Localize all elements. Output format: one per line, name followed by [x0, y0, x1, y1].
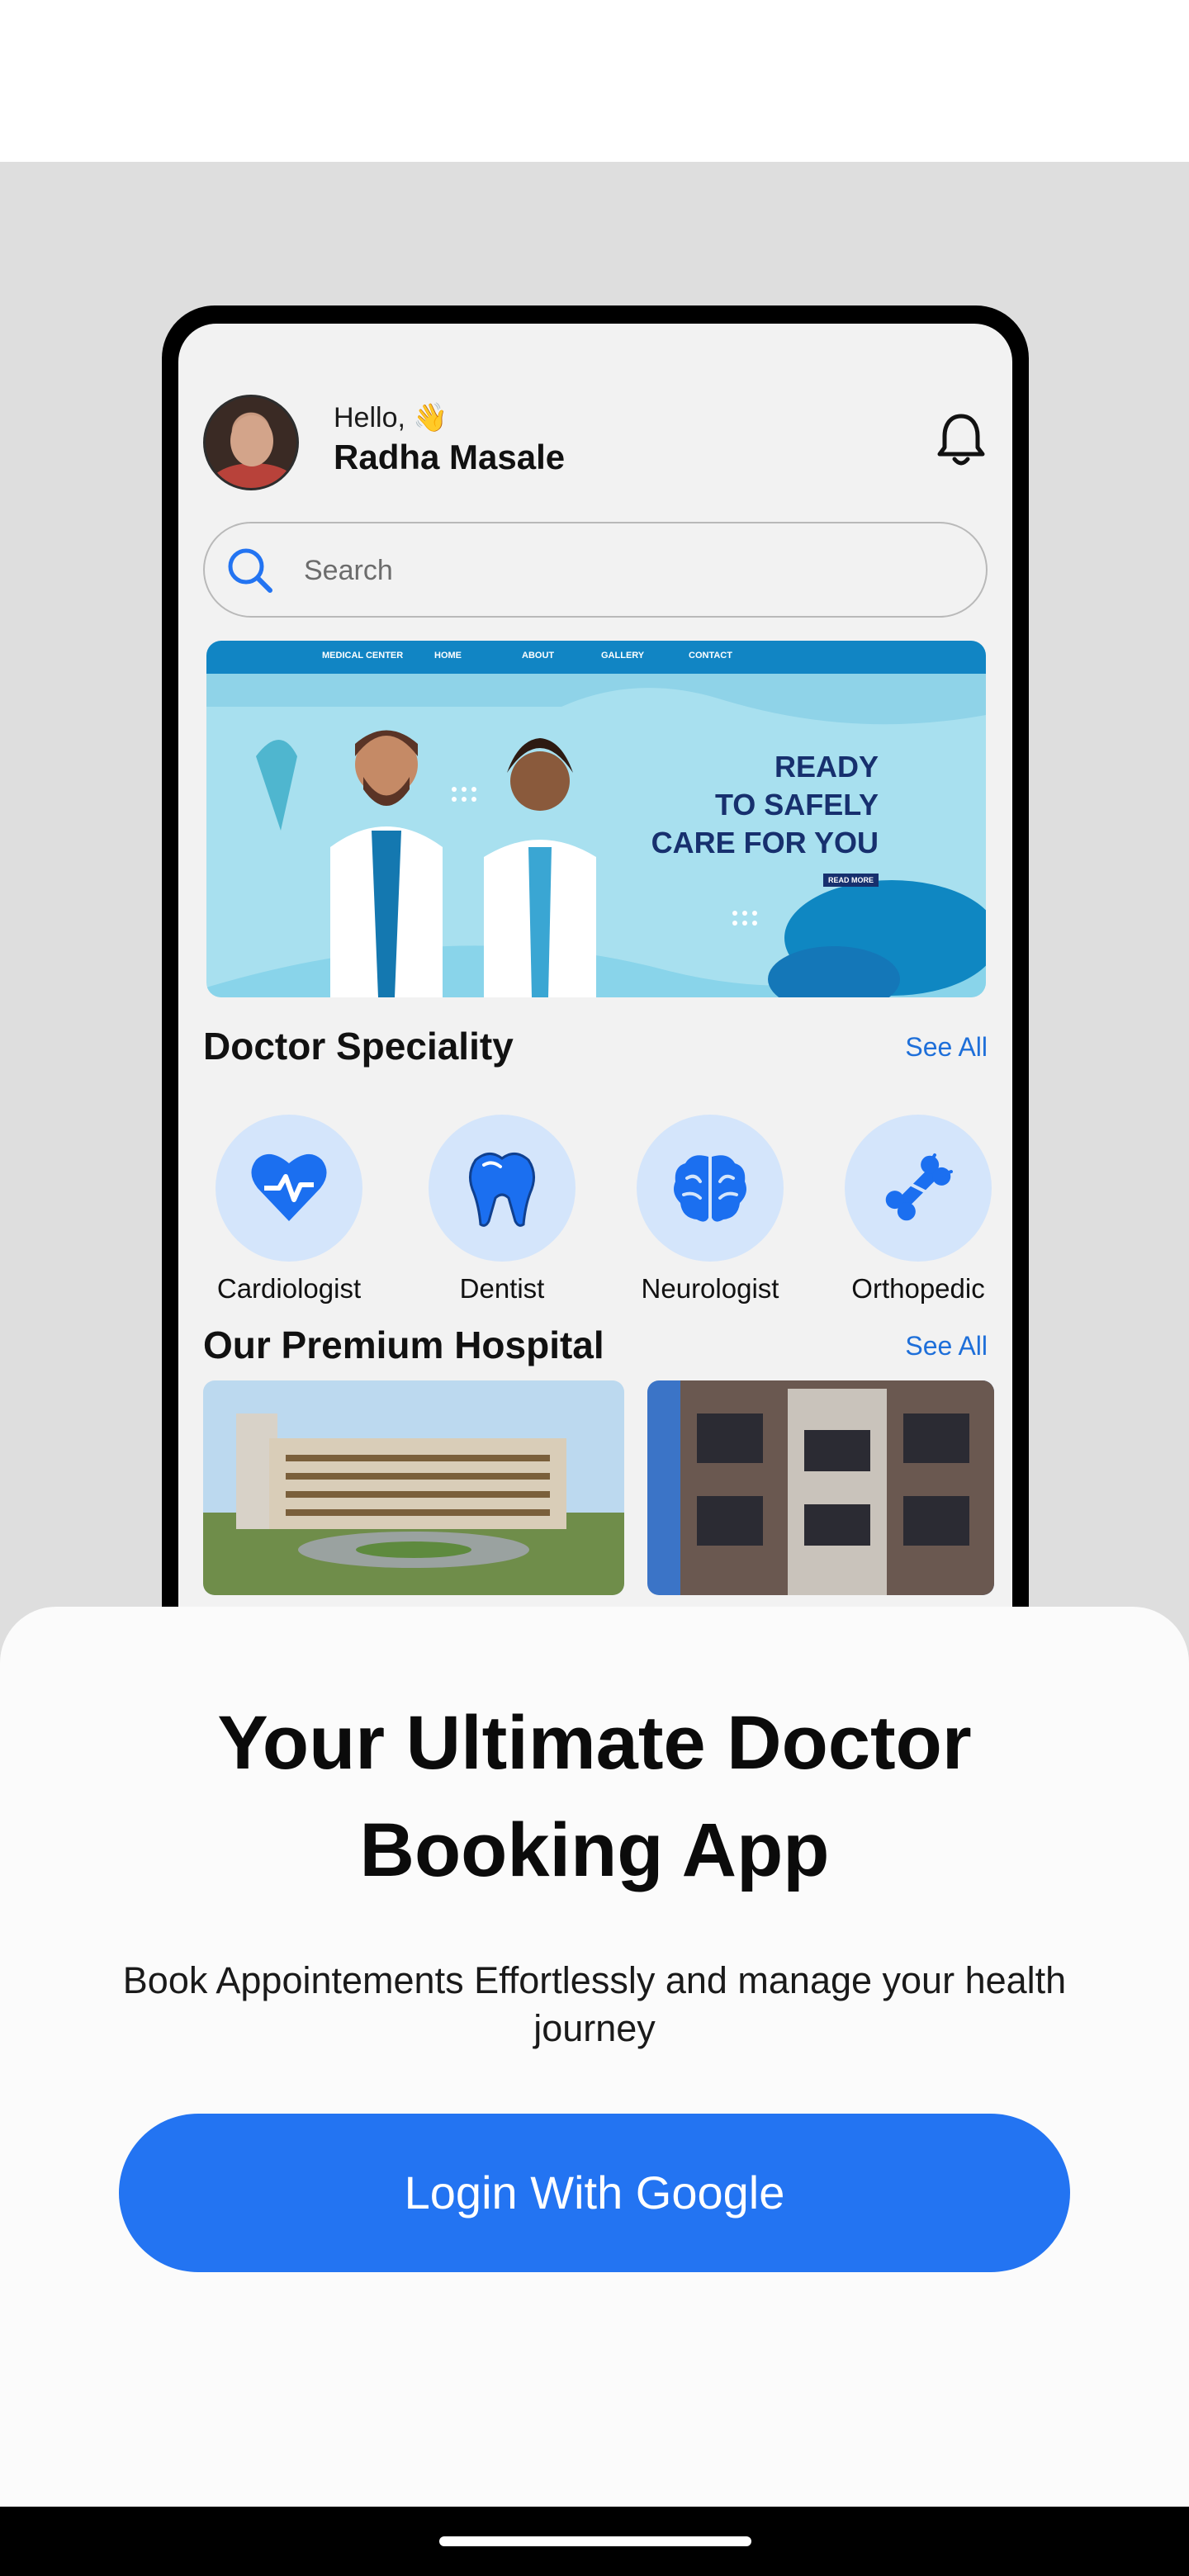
phone-screen: Hello, 👋 Radha Masale Search MEDICAL CEN… — [178, 324, 1012, 1709]
avatar — [203, 395, 299, 490]
hospital-card[interactable] — [647, 1380, 994, 1595]
heart-pulse-icon — [251, 1153, 327, 1221]
speciality-label: Orthopedic — [851, 1273, 985, 1304]
phone-mockup: Hello, 👋 Radha Masale Search MEDICAL CEN… — [162, 305, 1029, 1709]
greeting-text: Hello, 👋 — [334, 401, 448, 434]
speciality-item-dentist[interactable]: Dentist — [411, 1115, 593, 1305]
greeting-label: Hello, — [334, 402, 405, 433]
search-bar[interactable]: Search — [203, 522, 988, 618]
onboarding-subtitle: Book Appointements Effortlessly and mana… — [122, 1959, 1067, 2049]
profile-header: Hello, 👋 Radha Masale — [203, 395, 988, 494]
system-navigation-bar — [0, 2507, 1189, 2576]
onboarding-title-line2: Booking App — [359, 1808, 830, 1892]
hospital-section-title: Our Premium Hospital — [203, 1324, 604, 1366]
speciality-label: Neurologist — [641, 1273, 779, 1304]
banner-headline-line3: CARE FOR YOU — [651, 826, 879, 859]
search-placeholder: Search — [304, 555, 393, 586]
speciality-section-title: Doctor Speciality — [203, 1025, 514, 1068]
speciality-icon-bg — [429, 1115, 576, 1262]
user-name: Radha Masale — [334, 438, 566, 476]
bone-icon — [885, 1153, 953, 1221]
banner-headline-line2: TO SAFELY — [714, 788, 879, 822]
status-bar — [0, 0, 1189, 162]
speciality-item-neurologist[interactable]: Neurologist — [619, 1115, 801, 1305]
speciality-label: Cardiologist — [216, 1273, 362, 1304]
bell-icon[interactable] — [935, 411, 988, 469]
banner-headline-line1: READY — [774, 750, 879, 784]
tooth-icon — [469, 1153, 535, 1227]
onboarding-sheet: Your Ultimate Doctor Booking App Book Ap… — [0, 1607, 1189, 2507]
hospital-see-all-link[interactable]: See All — [905, 1331, 988, 1361]
onboarding-title: Your Ultimate Doctor Booking App — [0, 1689, 1189, 1904]
speciality-icon-bg — [637, 1115, 784, 1262]
login-with-google-button[interactable]: Login With Google — [119, 2114, 1070, 2272]
hospital-image — [203, 1380, 624, 1595]
speciality-icon-bg — [845, 1115, 992, 1262]
hospital-card[interactable] — [203, 1380, 624, 1595]
banner-read-more-button[interactable]: READ MORE — [822, 874, 879, 887]
speciality-label: Dentist — [459, 1273, 545, 1304]
home-indicator[interactable] — [439, 2536, 751, 2546]
speciality-see-all-link[interactable]: See All — [905, 1032, 988, 1063]
search-icon — [228, 548, 272, 593]
speciality-item-cardiologist[interactable]: Cardiologist — [198, 1115, 380, 1305]
onboarding-title-line1: Your Ultimate Doctor — [217, 1701, 972, 1785]
wave-emoji-icon: 👋 — [413, 402, 448, 433]
banner-headline: READY TO SAFELY CARE FOR YOU — [651, 748, 879, 862]
speciality-icon-bg — [216, 1115, 362, 1262]
promo-banner[interactable]: MEDICAL CENTER HOME ABOUT GALLERY CONTAC… — [206, 641, 986, 997]
speciality-item-orthopedic[interactable]: Orthopedic — [827, 1115, 1009, 1305]
hospital-image — [647, 1380, 994, 1595]
brain-icon — [674, 1155, 746, 1222]
